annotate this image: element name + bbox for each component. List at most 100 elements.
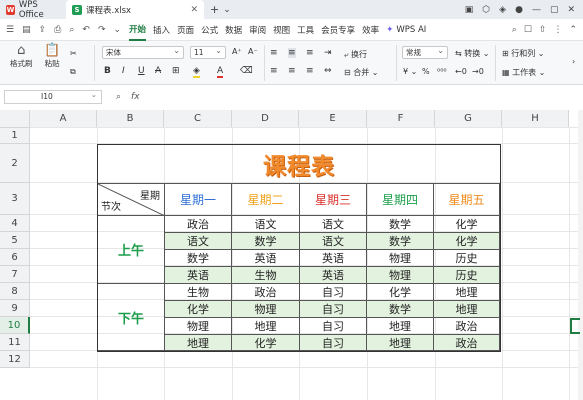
lesson-cell[interactable]: 生物 (165, 284, 232, 301)
border-icon[interactable]: ⊞ (172, 66, 180, 76)
weekday-header[interactable]: 星期二 (232, 184, 300, 216)
share-icon[interactable]: ⇧ (539, 25, 547, 35)
lesson-cell[interactable]: 历史 (434, 267, 500, 284)
weekday-header[interactable]: 星期四 (367, 184, 434, 216)
menu-review[interactable]: 审阅 (249, 19, 266, 41)
lesson-cell[interactable]: 化学 (232, 335, 300, 351)
increase-decimal-icon[interactable]: ←0 (455, 67, 467, 76)
lesson-cell[interactable]: 地理 (434, 301, 500, 318)
lesson-cell[interactable]: 数学 (367, 233, 434, 250)
cut-icon[interactable]: ✂ (70, 49, 77, 58)
ribbon-scroll-right-icon[interactable]: › (572, 57, 575, 66)
lesson-cell[interactable]: 英语 (300, 267, 367, 284)
menu-tools[interactable]: 工具 (297, 19, 314, 41)
lesson-cell[interactable]: 化学 (165, 301, 232, 318)
italic-icon[interactable]: I (122, 66, 125, 76)
align-bottom-icon[interactable]: ≡ (306, 48, 314, 58)
row-header[interactable]: 12 (0, 351, 30, 368)
save-icon[interactable]: ▤ (22, 25, 31, 35)
row-header[interactable]: 5 (0, 232, 30, 249)
menu-member[interactable]: 会员专享 (321, 19, 355, 41)
row-header[interactable]: 10 (0, 317, 30, 334)
clear-format-icon[interactable]: ⌫ (240, 66, 253, 76)
lesson-cell[interactable]: 政治 (165, 216, 232, 233)
rows-cols-button[interactable]: ⊞ 行和列 ⌄ (502, 48, 545, 59)
lesson-cell[interactable]: 地理 (434, 284, 500, 301)
lesson-cell[interactable]: 英语 (300, 250, 367, 267)
lesson-cell[interactable]: 数学 (367, 301, 434, 318)
number-format-select[interactable]: 常规 (402, 45, 448, 59)
undo-icon[interactable]: ↶ (82, 25, 90, 35)
lesson-cell[interactable]: 政治 (434, 318, 500, 335)
fill-color-icon[interactable]: ◈ (193, 66, 200, 78)
lesson-cell[interactable]: 数学 (367, 216, 434, 233)
thousands-icon[interactable]: ⁰⁰⁰ (437, 67, 447, 76)
menu-efficiency[interactable]: 效率 (362, 19, 379, 41)
chevron-down-icon[interactable]: ⌄ (223, 5, 231, 15)
menu-view[interactable]: 视图 (273, 19, 290, 41)
menu-home[interactable]: 开始 (129, 19, 147, 41)
indent-icon[interactable]: ⇥ (324, 48, 332, 58)
lesson-cell[interactable]: 语文 (232, 216, 300, 233)
copy-icon[interactable]: ⧉ (70, 67, 76, 77)
align-right-icon[interactable]: ≡ (306, 66, 314, 76)
lesson-cell[interactable]: 物理 (367, 267, 434, 284)
weekday-header[interactable]: 星期一 (165, 184, 232, 216)
menu-wps-ai[interactable]: ✦ WPS AI (386, 19, 426, 41)
lesson-cell[interactable]: 物理 (232, 301, 300, 318)
lesson-cell[interactable]: 化学 (434, 216, 500, 233)
menu-hamburger-icon[interactable]: ☰ (6, 25, 14, 35)
align-left-icon[interactable]: ≡ (270, 66, 278, 76)
column-header[interactable]: D (232, 110, 299, 128)
decrease-font-icon[interactable]: A⁻ (248, 47, 258, 56)
lesson-cell[interactable]: 数学 (232, 233, 300, 250)
lesson-cell[interactable]: 化学 (434, 233, 500, 250)
row-header[interactable]: 11 (0, 334, 30, 351)
lesson-cell[interactable]: 自习 (300, 335, 367, 351)
font-color-icon[interactable]: A (217, 66, 224, 78)
lesson-cell[interactable]: 化学 (367, 284, 434, 301)
lesson-cell[interactable]: 自习 (300, 284, 367, 301)
row-header[interactable]: 6 (0, 249, 30, 266)
avatar[interactable]: ● (515, 5, 523, 15)
wrap-button[interactable]: ⤶ 换行 (344, 49, 367, 60)
align-top-icon[interactable]: ≡ (270, 48, 278, 58)
print-icon[interactable]: ⎙ (54, 25, 61, 35)
lesson-cell[interactable]: 地理 (165, 335, 232, 351)
font-size-select[interactable]: 11 (190, 45, 226, 59)
formula-input[interactable] (150, 90, 583, 104)
format-painter-button[interactable]: ⌂ 格式刷 (10, 44, 33, 69)
schedule-title[interactable]: 课程表 (98, 145, 500, 184)
bold-icon[interactable]: B (104, 66, 111, 76)
column-header[interactable]: E (299, 110, 367, 128)
search-icon[interactable]: ⌕ (512, 25, 517, 35)
menu-formula[interactable]: 公式 (201, 19, 218, 41)
collapse-icon[interactable]: ⌃ (569, 25, 577, 35)
lesson-cell[interactable]: 物理 (165, 318, 232, 335)
lesson-cell[interactable]: 地理 (367, 318, 434, 335)
row-header[interactable]: 8 (0, 283, 30, 300)
preview-icon[interactable]: ⌕ (69, 25, 74, 35)
lesson-cell[interactable]: 自习 (300, 301, 367, 318)
font-name-select[interactable]: 宋体 (102, 45, 184, 59)
column-header[interactable]: B (97, 110, 164, 128)
comment-icon[interactable]: ☐ (524, 25, 532, 35)
fx-icon[interactable]: fx (131, 92, 140, 102)
align-center-icon[interactable]: ≡ (288, 66, 296, 76)
lesson-cell[interactable]: 英语 (165, 267, 232, 284)
row-header[interactable]: 9 (0, 300, 30, 317)
lesson-cell[interactable]: 自习 (300, 318, 367, 335)
column-header[interactable]: F (367, 110, 435, 128)
paste-button[interactable]: 📋 粘贴 (44, 44, 60, 69)
row-header[interactable]: 3 (0, 183, 30, 215)
new-tab-icon[interactable]: + (210, 3, 219, 16)
vertical-scrollbar[interactable] (578, 110, 583, 400)
row-header[interactable]: 2 (0, 144, 30, 183)
export-icon[interactable]: ⇪ (39, 25, 47, 35)
lesson-cell[interactable]: 政治 (434, 335, 500, 351)
more-options-icon[interactable]: ⋮ (553, 25, 562, 35)
redo-icon[interactable]: ↷ (98, 25, 106, 35)
tab-file[interactable]: S 课程表.xlsx ✕ (66, 0, 204, 19)
row-header[interactable]: 1 (0, 128, 30, 144)
skin-icon[interactable]: ◈ (499, 5, 506, 15)
